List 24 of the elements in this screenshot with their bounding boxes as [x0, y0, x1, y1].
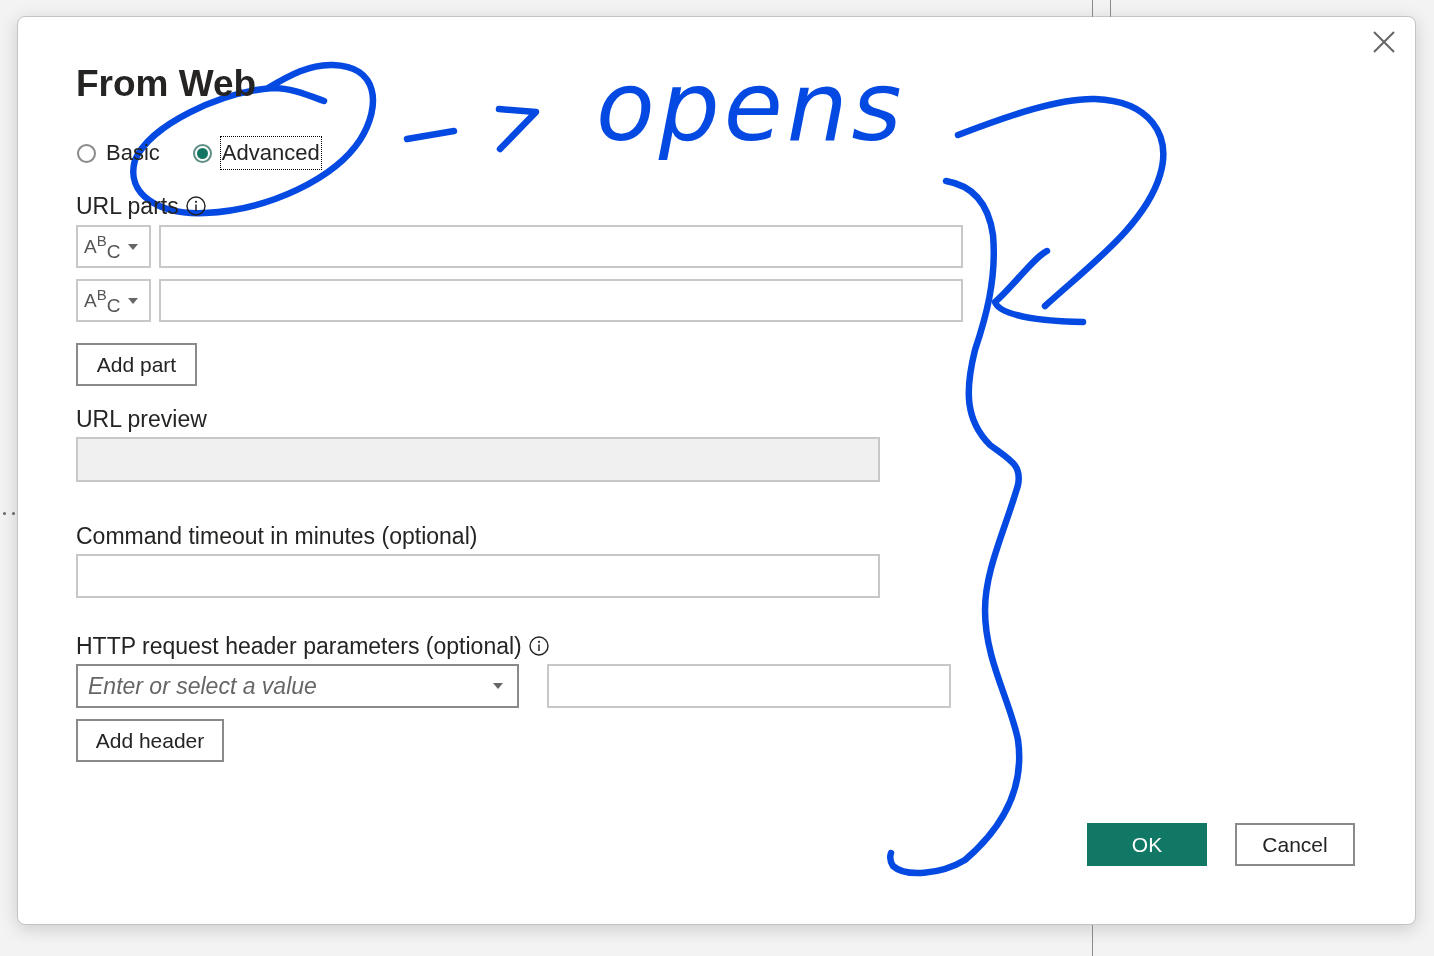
header-name-combobox[interactable]: Enter or select a value	[76, 664, 519, 708]
caret-icon	[128, 297, 138, 304]
url-part-input[interactable]	[159, 225, 963, 268]
url-part-input[interactable]	[159, 279, 963, 322]
caret-icon[interactable]	[493, 683, 503, 689]
cancel-button[interactable]: Cancel	[1235, 823, 1355, 866]
field-label: URL preview	[76, 405, 207, 433]
close-icon	[1373, 31, 1395, 53]
dialog-title: From Web	[76, 62, 257, 106]
handwritten-note: opens	[595, 50, 907, 165]
field-label: Command timeout in minutes (optional)	[76, 522, 478, 550]
info-icon[interactable]	[185, 196, 206, 216]
timeout-input[interactable]	[76, 554, 880, 598]
radio-button[interactable]	[192, 143, 212, 163]
ok-button[interactable]: OK	[1087, 823, 1207, 866]
caret-icon	[128, 243, 138, 250]
grip-dots-icon	[3, 512, 15, 515]
header-value-input[interactable]	[547, 664, 951, 708]
field-label: HTTP request header parameters (optional)	[76, 632, 522, 660]
info-icon[interactable]	[528, 636, 549, 656]
add-header-button[interactable]: Add header	[76, 719, 224, 762]
add-part-button[interactable]: Add part	[76, 343, 197, 386]
radio-button[interactable]	[77, 143, 96, 163]
radio-label[interactable]: Advanced	[219, 136, 322, 170]
